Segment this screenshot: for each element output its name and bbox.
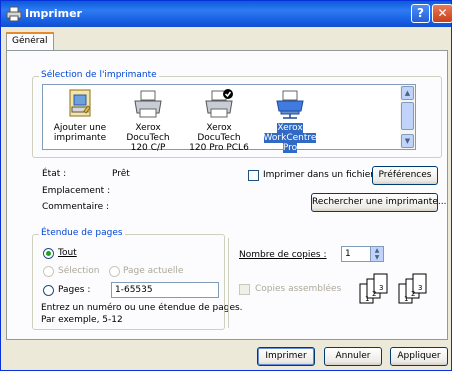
print-button[interactable]: Imprimer: [257, 347, 315, 366]
tab-general[interactable]: Général: [6, 32, 54, 50]
current-page-radio[interactable]: [109, 266, 120, 277]
printer-label-line1: Xerox: [277, 123, 303, 133]
collate-digit: 2: [372, 290, 376, 298]
printer-label-line2: WorkCentre Pro: [263, 133, 317, 153]
page-range-help-line2: Par exemple, 5-12: [41, 315, 123, 325]
collate-digit: 3: [379, 284, 383, 292]
copies-spinner[interactable]: ▲ ▼: [370, 246, 384, 262]
scroll-down-icon[interactable]: ▼: [401, 134, 414, 148]
window-title: Imprimer: [25, 7, 82, 20]
printer-list[interactable]: Ajouter une imprimante Xerox DocuTech 12…: [42, 84, 416, 153]
copies-count-input[interactable]: 1: [341, 246, 371, 262]
help-button[interactable]: ?: [411, 4, 430, 23]
printer-label-line1: Xerox DocuTech: [126, 123, 170, 143]
printer-label-line1: Ajouter une: [53, 123, 107, 133]
printer-icon: [6, 6, 22, 22]
printer-label-line1: Xerox DocuTech: [197, 123, 241, 143]
print-to-file-checkbox[interactable]: [248, 170, 259, 181]
printer-item-docutech-pcl6[interactable]: Xerox DocuTech 120 Pro PCL6: [186, 87, 252, 153]
cancel-button[interactable]: Annuler: [324, 347, 382, 366]
pages-input[interactable]: 1-65535: [111, 282, 219, 298]
apply-button[interactable]: Appliquer: [390, 347, 448, 366]
title-bar[interactable]: Imprimer ? ✕: [1, 1, 452, 27]
network-printer-icon: [276, 90, 304, 119]
printer-label-line2: 120 C/P: [130, 143, 166, 153]
comment-label: Commentaire :: [42, 202, 110, 212]
scroll-up-icon[interactable]: ▲: [401, 86, 414, 100]
printer-icon: [134, 90, 162, 118]
printer-item-workcentre-pro[interactable]: Xerox WorkCentre Pro: [257, 87, 323, 153]
location-label: Emplacement :: [42, 186, 111, 196]
collate-label: Copies assemblées: [255, 284, 342, 294]
printer-label-line2: imprimante: [53, 133, 107, 143]
collate-digit: 2: [411, 290, 415, 298]
pages-radio[interactable]: [43, 285, 54, 296]
page-range-help-line1: Entrez un numéro ou une étendue de pages…: [41, 303, 243, 313]
close-button[interactable]: ✕: [432, 4, 452, 23]
collate-preview-icon: 1 2 3 1 2 3: [359, 273, 427, 304]
selection-radio[interactable]: [43, 266, 54, 277]
copies-count-label: Nombre de copies :: [239, 250, 327, 260]
all-pages-label: Tout: [58, 248, 77, 258]
radio-selected-dot: [46, 251, 51, 256]
page-range-label: Étendue de pages: [39, 228, 125, 238]
collate-digit: 1: [365, 295, 369, 303]
status-label: État :: [42, 169, 67, 179]
preferences-button[interactable]: Préférences: [372, 166, 438, 185]
collate-checkbox[interactable]: [239, 284, 250, 295]
printer-selection-label: Sélection de l'imprimante: [39, 70, 159, 80]
section-divider: [228, 238, 229, 328]
print-to-file-label: Imprimer dans un fichier: [263, 170, 375, 180]
pages-label: Pages :: [58, 285, 91, 295]
print-dialog: Imprimer ? ✕ Général Sélection de l'impr…: [0, 0, 452, 371]
printer-item-docutech-cp[interactable]: Xerox DocuTech 120 C/P: [115, 87, 181, 153]
current-page-label: Page actuelle: [123, 266, 184, 276]
printer-item-add[interactable]: Ajouter une imprimante: [47, 87, 113, 143]
printer-list-scrollbar[interactable]: ▲ ▼: [400, 85, 415, 149]
status-value: Prêt: [112, 169, 130, 179]
selection-label: Sélection: [58, 266, 100, 276]
default-printer-icon: [205, 89, 233, 118]
collate-digit: 3: [418, 284, 422, 292]
add-printer-icon: [69, 89, 91, 117]
collate-digit: 1: [404, 295, 408, 303]
scroll-thumb[interactable]: [401, 102, 414, 130]
all-pages-radio[interactable]: [43, 248, 54, 259]
printer-label-line2: 120 Pro PCL6: [189, 143, 249, 153]
find-printer-button[interactable]: Rechercher une imprimante...: [311, 193, 446, 212]
